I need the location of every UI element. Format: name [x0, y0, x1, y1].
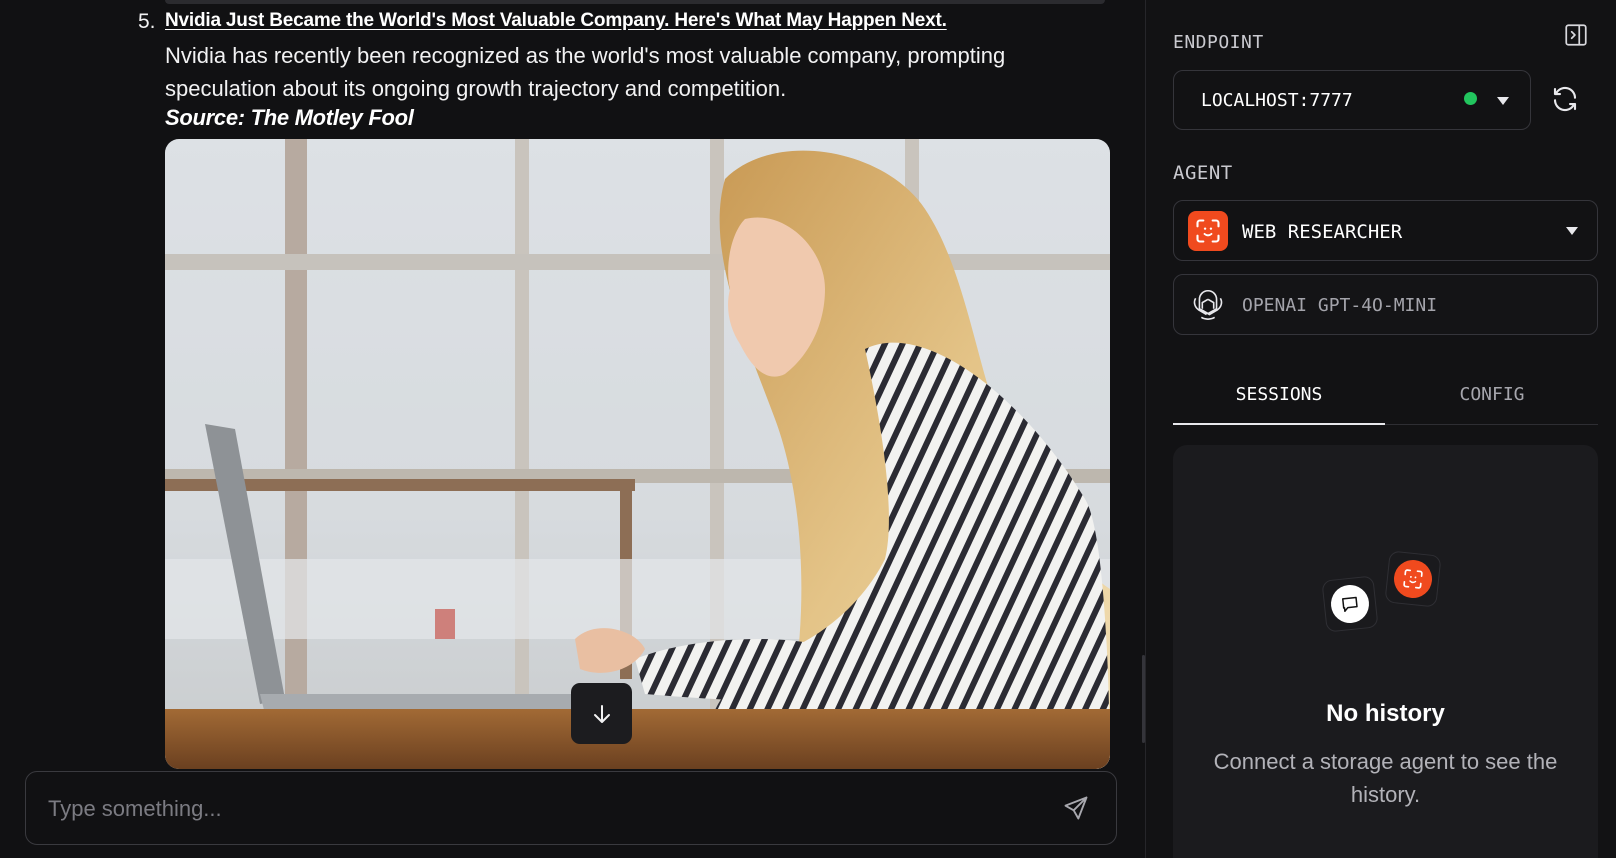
endpoint-select[interactable]: LOCALHOST:7777	[1173, 70, 1531, 130]
collapse-panel-button[interactable]	[1563, 22, 1589, 48]
arrow-down-icon	[593, 704, 610, 723]
agent-select[interactable]: WEB RESEARCHER	[1173, 200, 1598, 261]
tab-sessions[interactable]: SESSIONS	[1173, 365, 1385, 425]
openai-logo-icon	[1193, 289, 1223, 320]
article-source: Source: The Motley Fool	[165, 105, 414, 130]
message-composer	[25, 771, 1117, 846]
agent-label: AGENT	[1173, 162, 1233, 184]
agent-avatar	[1188, 211, 1228, 251]
history-empty-state: No history Connect a storage agent to se…	[1173, 445, 1598, 858]
focus-scan-icon	[1392, 558, 1434, 600]
panel-tabs: SESSIONS CONFIG	[1173, 365, 1598, 425]
refresh-icon	[1553, 86, 1577, 112]
history-empty-title: No history	[1326, 700, 1445, 727]
history-empty-subtitle: Connect a storage agent to see the histo…	[1213, 749, 1558, 807]
chat-bubble-icon	[1329, 583, 1371, 625]
agent-name: WEB RESEARCHER	[1242, 221, 1403, 243]
chevron-down-icon	[1566, 227, 1578, 235]
model-name: OPENAI GPT-4O-MINI	[1242, 295, 1438, 316]
list-item-number: 5.	[138, 10, 156, 33]
tab-config[interactable]: CONFIG	[1386, 365, 1598, 423]
message-input[interactable]	[46, 772, 1030, 846]
scroll-to-bottom-button[interactable]	[571, 683, 632, 744]
chevron-down-icon	[1497, 97, 1509, 105]
article-description: Nvidia has recently been recognized as t…	[165, 43, 1006, 101]
focus-scan-icon	[1196, 219, 1220, 243]
chat-illustration	[1321, 575, 1379, 633]
previous-image-edge	[165, 0, 1105, 4]
connection-status-icon	[1464, 92, 1477, 105]
article-title-link[interactable]: Nvidia Just Became the World's Most Valu…	[165, 10, 947, 32]
send-button[interactable]	[1060, 792, 1092, 824]
endpoint-value: LOCALHOST:7777	[1201, 90, 1353, 111]
agent-illustration	[1384, 550, 1442, 608]
endpoint-label: ENDPOINT	[1173, 32, 1264, 53]
send-icon	[1064, 796, 1088, 820]
article-image	[165, 139, 1110, 769]
model-display: OPENAI GPT-4O-MINI	[1173, 274, 1598, 335]
chat-area: 5. Nvidia Just Became the World's Most V…	[0, 0, 1145, 858]
panel-toggle-icon	[1565, 24, 1587, 46]
refresh-endpoint-button[interactable]	[1550, 84, 1582, 116]
